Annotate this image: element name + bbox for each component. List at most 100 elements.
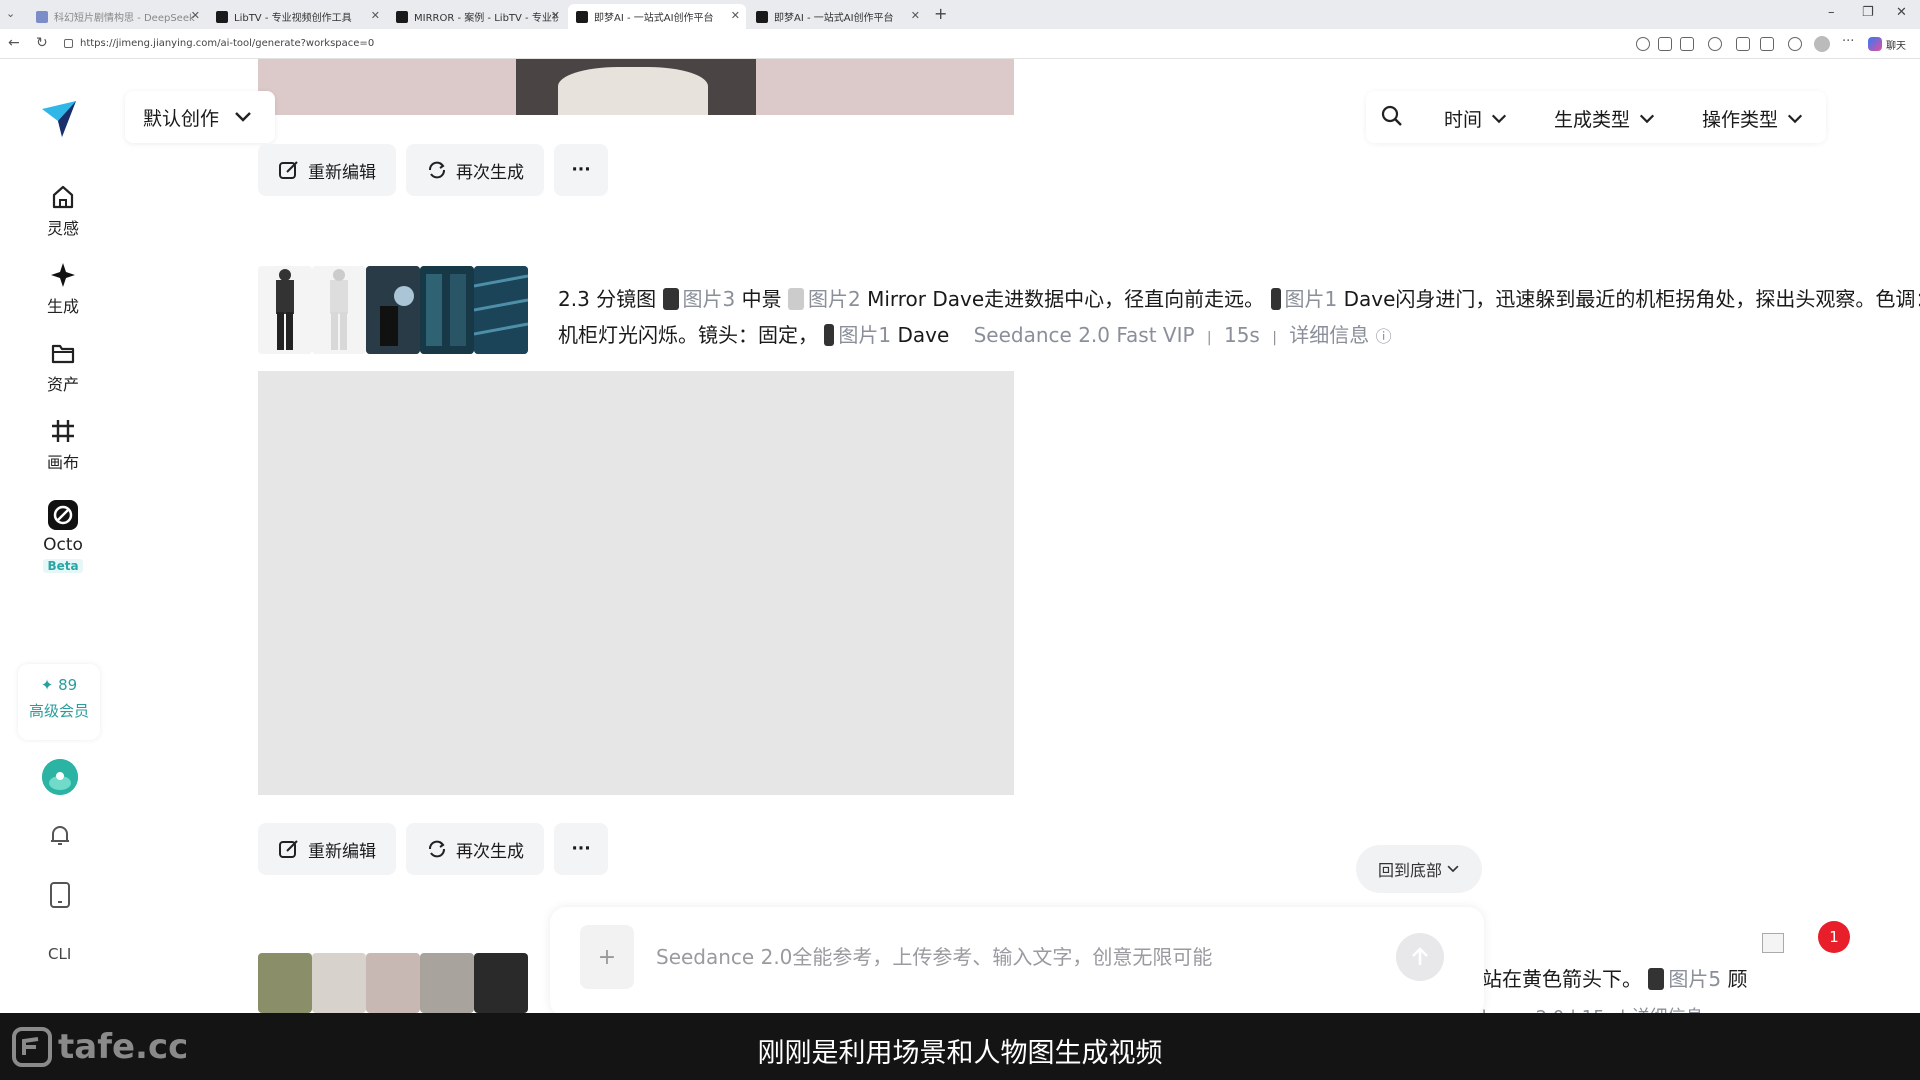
history-icon[interactable] xyxy=(1788,37,1802,51)
back-to-bottom-button[interactable]: 回到底部 xyxy=(1356,845,1482,893)
url-field[interactable]: https://jimeng.jianying.com/ai-tool/gene… xyxy=(80,38,374,49)
reedit-button[interactable]: 重新编辑 xyxy=(258,823,396,875)
zoom-icon[interactable] xyxy=(1636,37,1650,51)
new-tab-button[interactable]: + xyxy=(934,4,947,23)
reference-image-icon xyxy=(1270,288,1281,310)
close-tab-icon[interactable]: ✕ xyxy=(551,9,560,22)
sidebar-item-label: 画布 xyxy=(46,453,79,472)
mobile-app-icon[interactable] xyxy=(49,882,71,908)
details-link[interactable]: 详细信息 xyxy=(1289,323,1369,347)
sidebar-item-assets[interactable]: 资产 xyxy=(22,339,104,395)
reload-icon[interactable]: ↻ xyxy=(36,35,48,51)
reference-tag[interactable]: 图片2 xyxy=(808,287,861,311)
workspace-label: 默认创作 xyxy=(143,107,220,130)
reference-thumbnail[interactable] xyxy=(258,953,312,1013)
reference-thumbnail[interactable] xyxy=(312,266,366,354)
prompt-text[interactable]: 2.3 分镜图 图片3 中景 图片2 Mirror Dave走进数据中心，径直向… xyxy=(558,281,1920,356)
meta-divider: | xyxy=(1206,330,1212,346)
notification-badge[interactable]: 1 xyxy=(1818,921,1850,953)
profile-avatar[interactable] xyxy=(1814,36,1830,52)
filter-operation-type[interactable]: 操作类型 xyxy=(1702,105,1804,132)
prompt-input[interactable]: Seedance 2.0全能参考，上传参考、输入文字，创意无限可能 xyxy=(656,941,1212,970)
browser-tab[interactable]: LibTV - 专业视频创作工具 ✕ xyxy=(208,4,386,29)
regenerate-button[interactable]: 再次生成 xyxy=(406,823,544,875)
record-actions: 重新编辑 再次生成 ··· xyxy=(258,144,618,196)
refresh-icon xyxy=(429,161,445,179)
next-record-meta: edance 2.0 | 15s | 详细信息 xyxy=(1464,1003,1704,1013)
reference-tag[interactable]: 图片3 xyxy=(683,287,736,311)
close-window-icon[interactable]: ✕ xyxy=(1896,5,1907,20)
bell-icon[interactable] xyxy=(47,822,73,848)
refresh-extension-icon[interactable] xyxy=(1708,37,1722,51)
chat-label[interactable]: 聊天 xyxy=(1886,37,1906,52)
sidebar: 灵感 生成 资产 画布 Octo Beta ✦ 89 高级会员 CLI xyxy=(0,59,122,1013)
search-icon[interactable] xyxy=(1380,104,1404,128)
more-button[interactable]: ··· xyxy=(554,823,608,875)
reference-thumbnail[interactable] xyxy=(420,953,474,1013)
reference-thumbnail[interactable] xyxy=(312,953,366,1013)
reference-thumbnail[interactable] xyxy=(366,953,420,1013)
beta-badge: Beta xyxy=(43,559,83,573)
previous-result-image[interactable] xyxy=(258,59,1014,115)
credits-sparkle-icon: ✦ xyxy=(40,676,59,694)
favorites-icon[interactable] xyxy=(1760,37,1774,51)
next-record-prompt-tail[interactable]: 站在黄色箭头下。 图片5 顾 xyxy=(1482,963,1747,992)
favorite-star-icon[interactable] xyxy=(1680,37,1694,51)
tab-list-button[interactable]: ⌄ xyxy=(6,7,15,20)
reedit-button[interactable]: 重新编辑 xyxy=(258,144,396,196)
browser-tab[interactable]: 科幻短片剧情构思 - DeepSeek ✕ xyxy=(28,4,206,29)
user-avatar[interactable] xyxy=(42,759,78,795)
close-tab-icon[interactable]: ✕ xyxy=(191,9,200,22)
send-button[interactable] xyxy=(1396,933,1444,981)
extension-icon[interactable] xyxy=(1736,37,1750,51)
upload-reference-button[interactable]: + xyxy=(580,925,634,989)
reference-thumbnail[interactable] xyxy=(474,953,528,1013)
reference-tag[interactable]: 图片1 xyxy=(838,323,891,347)
close-tab-icon[interactable]: ✕ xyxy=(911,9,920,22)
edit-icon xyxy=(279,161,298,179)
regenerate-button[interactable]: 再次生成 xyxy=(406,144,544,196)
reference-image-icon xyxy=(1648,968,1665,990)
sidebar-item-inspiration[interactable]: 灵感 xyxy=(22,183,104,239)
video-result-placeholder[interactable] xyxy=(258,371,1014,795)
chevron-down-icon xyxy=(235,112,251,122)
model-name: Seedance 2.0 Fast VIP xyxy=(973,323,1195,347)
reference-tag[interactable]: 图片1 xyxy=(1285,287,1338,311)
broken-image-icon xyxy=(1762,933,1784,953)
sidebar-item-label: 资产 xyxy=(46,375,79,394)
close-tab-icon[interactable]: ✕ xyxy=(371,9,380,22)
reference-thumbnail[interactable] xyxy=(366,266,420,354)
browser-tab-active[interactable]: 即梦AI - 一站式AI创作平台 ✕ xyxy=(568,4,746,29)
refresh-icon xyxy=(429,840,445,858)
lock-icon xyxy=(64,39,73,48)
reference-thumbnail[interactable] xyxy=(420,266,474,354)
close-tab-icon[interactable]: ✕ xyxy=(731,9,740,22)
browser-tab[interactable]: 即梦AI - 一站式AI创作平台 ✕ xyxy=(748,4,926,29)
more-button[interactable]: ··· xyxy=(554,144,608,196)
sidebar-item-generate[interactable]: 生成 xyxy=(22,261,104,317)
sparkle-icon xyxy=(51,263,75,287)
filter-generation-type[interactable]: 生成类型 xyxy=(1554,105,1656,132)
sidebar-item-canvas[interactable]: 画布 xyxy=(22,417,104,473)
filter-time[interactable]: 时间 xyxy=(1444,105,1508,132)
back-icon[interactable]: ← xyxy=(8,35,20,51)
reference-thumbnail[interactable] xyxy=(258,266,312,354)
read-aloud-icon[interactable] xyxy=(1658,37,1672,51)
browser-tab[interactable]: MIRROR - 案例 - LibTV - 专业视频 ✕ xyxy=(388,4,566,29)
membership-label: 高级会员 xyxy=(28,702,89,720)
record-prompt-row: 2.3 分镜图 图片3 中景 图片2 Mirror Dave走进数据中心，径直向… xyxy=(258,266,1920,366)
restore-icon[interactable]: ❐ xyxy=(1862,5,1874,20)
copilot-icon[interactable] xyxy=(1868,37,1882,51)
jimeng-favicon-icon xyxy=(756,10,768,23)
chevron-down-icon xyxy=(1787,114,1803,123)
membership-card[interactable]: ✦ 89 高级会员 xyxy=(18,664,100,740)
browser-menu-icon[interactable]: ··· xyxy=(1842,34,1854,49)
info-icon[interactable]: ⓘ xyxy=(1376,327,1392,346)
workspace-dropdown[interactable]: 默认创作 xyxy=(125,91,275,143)
sidebar-item-octo[interactable]: Octo Beta xyxy=(22,499,104,574)
subtitle-text: 刚刚是利用场景和人物图生成视频 xyxy=(757,1038,1163,1069)
cli-button[interactable]: CLI xyxy=(48,945,71,963)
reference-thumbnail[interactable] xyxy=(474,266,528,354)
logo-icon[interactable] xyxy=(40,99,78,139)
minimize-icon[interactable]: – xyxy=(1828,5,1835,20)
